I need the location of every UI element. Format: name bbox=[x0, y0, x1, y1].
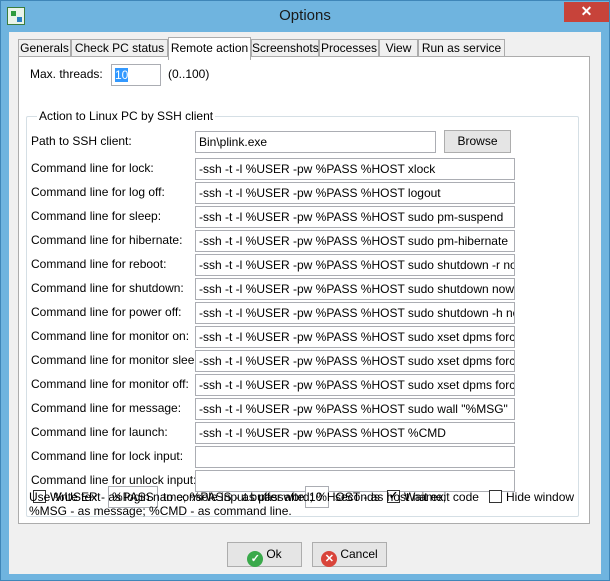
command-label: Command line for shutdown: bbox=[31, 281, 184, 295]
command-input[interactable]: -ssh -t -l %USER -pw %PASS %HOST %CMD bbox=[195, 422, 515, 444]
command-input[interactable]: -ssh -t -l %USER -pw %PASS %HOST sudo sh… bbox=[195, 254, 515, 276]
command-input[interactable] bbox=[195, 470, 515, 492]
cancel-button[interactable]: ✕ Cancel bbox=[312, 542, 387, 567]
ok-button[interactable]: ✓ Ok bbox=[227, 542, 302, 567]
command-input[interactable]: -ssh -t -l %USER -pw %PASS %HOST sudo xs… bbox=[195, 374, 515, 396]
command-label: Command line for hibernate: bbox=[31, 233, 183, 247]
ssh-client-path-input[interactable]: Bin\plink.exe bbox=[195, 131, 436, 153]
browse-button[interactable]: Browse bbox=[444, 130, 511, 153]
remote-action-panel: Max. threads: 10 (0..100) Action to Linu… bbox=[18, 56, 590, 524]
command-label: Command line for launch: bbox=[31, 425, 168, 439]
options-window: Options ✕ Generals Check PC status Remot… bbox=[0, 0, 610, 581]
close-icon: ✕ bbox=[580, 3, 593, 19]
placeholder-hint-line1: Use %USER - as login name; %PASS - as pa… bbox=[29, 490, 447, 504]
command-input[interactable]: -ssh -t -l %USER -pw %PASS %HOST sudo wa… bbox=[195, 398, 515, 420]
client-area: Generals Check PC status Remote action S… bbox=[9, 32, 601, 574]
command-label: Command line for log off: bbox=[31, 185, 165, 199]
command-input[interactable]: -ssh -t -l %USER -pw %PASS %HOST sudo sh… bbox=[195, 278, 515, 300]
command-input[interactable]: -ssh -t -l %USER -pw %PASS %HOST sudo xs… bbox=[195, 350, 515, 372]
command-input[interactable]: -ssh -t -l %USER -pw %PASS %HOST sudo xs… bbox=[195, 326, 515, 348]
command-input[interactable]: -ssh -t -l %USER -pw %PASS %HOST sudo sh… bbox=[195, 302, 515, 324]
command-input[interactable]: -ssh -t -l %USER -pw %PASS %HOST xlock bbox=[195, 158, 515, 180]
command-label: Command line for monitor off: bbox=[31, 377, 189, 391]
max-threads-input[interactable]: 10 bbox=[111, 64, 161, 86]
tab-remote-action[interactable]: Remote action bbox=[168, 37, 251, 60]
command-label: Command line for unlock input: bbox=[31, 473, 197, 487]
command-label: Command line for power off: bbox=[31, 305, 182, 319]
command-input[interactable]: -ssh -t -l %USER -pw %PASS %HOST sudo pm… bbox=[195, 206, 515, 228]
window-title: Options bbox=[279, 7, 331, 24]
ssh-client-label: Path to SSH client: bbox=[31, 134, 132, 148]
max-threads-label: Max. threads: bbox=[30, 67, 103, 81]
command-label: Command line for monitor on: bbox=[31, 329, 190, 343]
command-label: Command line for lock: bbox=[31, 161, 154, 175]
max-threads-range: (0..100) bbox=[168, 67, 210, 81]
cancel-icon: ✕ bbox=[321, 551, 338, 567]
command-label: Command line for sleep: bbox=[31, 209, 162, 223]
close-button[interactable]: ✕ bbox=[564, 2, 609, 22]
command-input[interactable]: -ssh -t -l %USER -pw %PASS %HOST logout bbox=[195, 182, 515, 204]
placeholder-hint-line2: %MSG - as message; %CMD - as command lin… bbox=[29, 504, 292, 518]
ssh-group-title: Action to Linux PC by SSH client bbox=[37, 109, 216, 123]
command-input[interactable] bbox=[195, 446, 515, 468]
cancel-label: Cancel bbox=[340, 547, 378, 561]
hide-window-checkbox[interactable] bbox=[489, 490, 502, 503]
command-label: Command line for message: bbox=[31, 401, 182, 415]
command-label: Command line for reboot: bbox=[31, 257, 167, 271]
command-label: Command line for monitor sleep: bbox=[31, 353, 205, 367]
ok-icon: ✓ bbox=[247, 551, 264, 567]
command-input[interactable]: -ssh -t -l %USER -pw %PASS %HOST sudo pm… bbox=[195, 230, 515, 252]
hide-window-label: Hide window bbox=[506, 490, 575, 504]
ok-label: Ok bbox=[266, 547, 282, 561]
command-label: Command line for lock input: bbox=[31, 449, 184, 463]
title-bar[interactable]: Options ✕ bbox=[1, 1, 609, 32]
